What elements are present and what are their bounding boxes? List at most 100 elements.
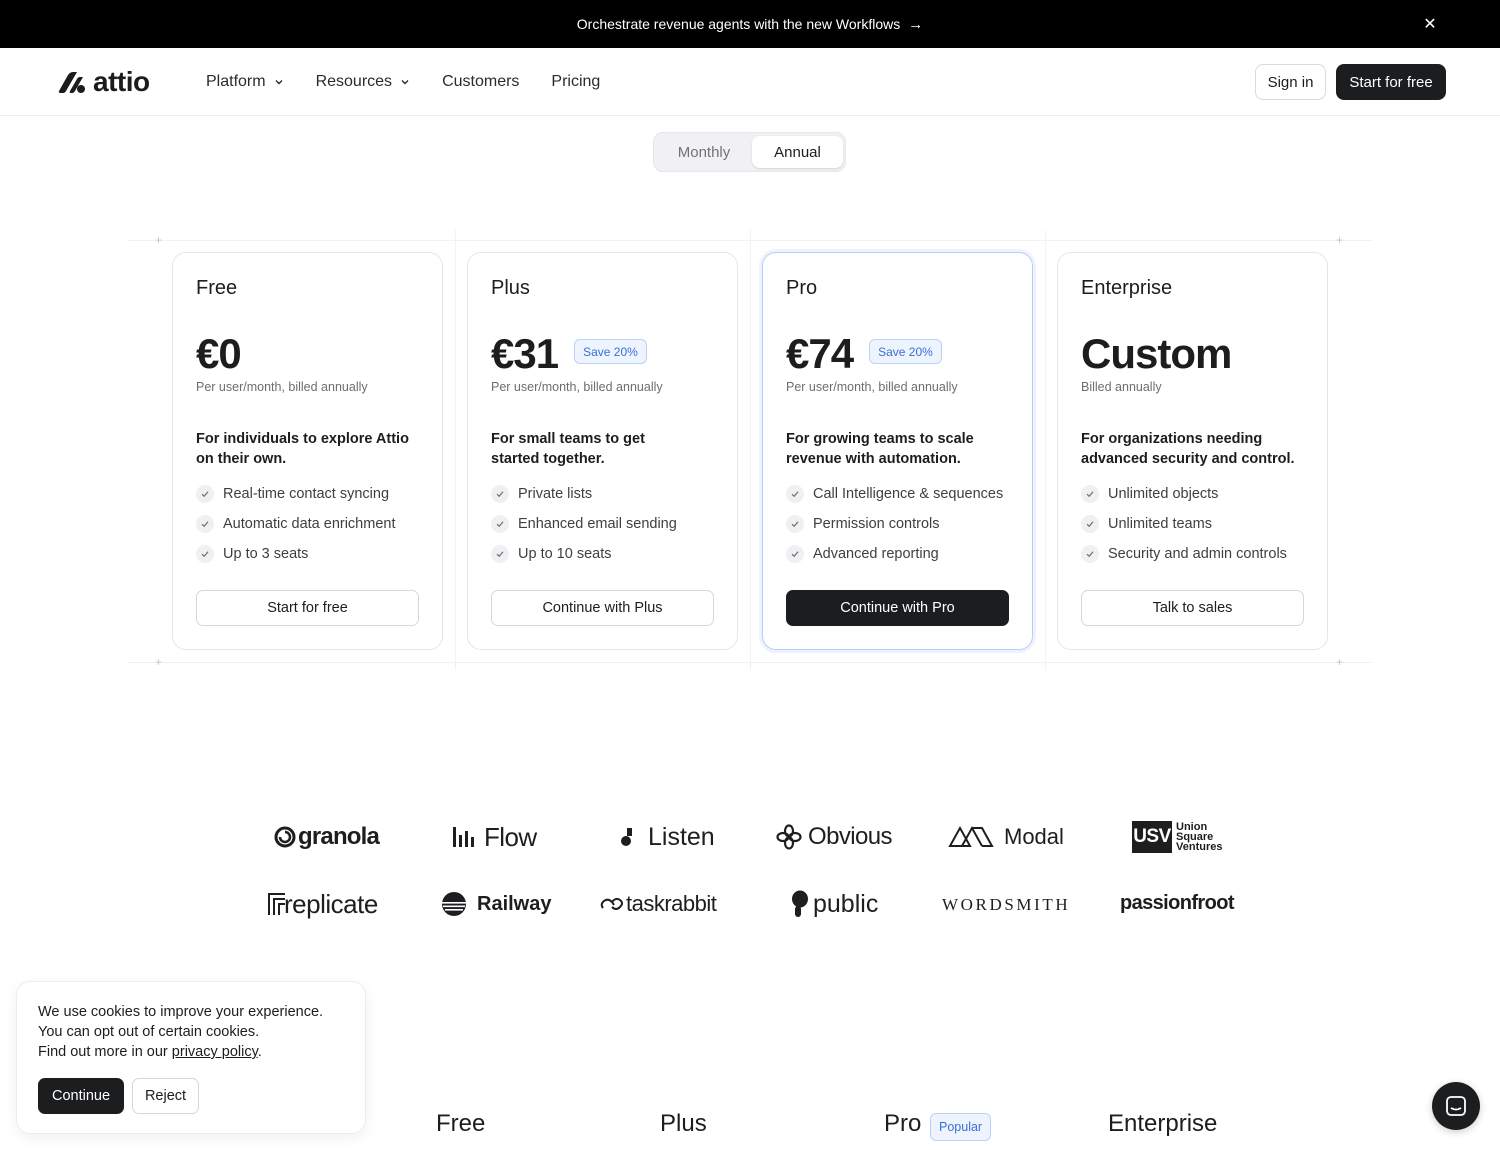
logo-obvious: Obvious <box>776 822 892 852</box>
plan-billing-note: Per user/month, billed annually <box>196 380 368 394</box>
plan-description: For individuals to explore Attio on thei… <box>196 431 409 467</box>
logo-railway: Railway <box>441 890 551 918</box>
cookie-message: We use cookies to improve your experienc… <box>38 1002 348 1062</box>
plan-card-enterprise: Enterprise Custom Billed annually For or… <box>1057 252 1328 650</box>
plan-name: Pro <box>786 277 818 299</box>
brand-logo[interactable]: attio <box>57 68 150 96</box>
check-icon <box>196 485 214 503</box>
feature-item: Up to 3 seats <box>196 539 395 569</box>
plan-billing-note: Per user/month, billed annually <box>491 380 663 394</box>
chat-launcher-button[interactable] <box>1432 1082 1480 1130</box>
continue-with-pro-button[interactable]: Continue with Pro <box>786 590 1009 626</box>
logo-text: WORDSMITH <box>942 895 1071 914</box>
feature-label: Advanced reporting <box>813 546 939 562</box>
plan-card-free: Free €0 Per user/month, billed annually … <box>172 252 443 650</box>
grid-divider <box>750 230 751 670</box>
nav-item-customers[interactable]: Customers <box>442 73 519 91</box>
logo-granola: granola <box>274 822 380 852</box>
feature-item: Unlimited teams <box>1081 509 1287 539</box>
usv-caption-line: Ventures <box>1176 841 1223 853</box>
privacy-policy-link[interactable]: privacy policy <box>172 1044 258 1060</box>
feature-item: Unlimited objects <box>1081 479 1287 509</box>
brand-name: attio <box>93 66 150 97</box>
check-icon <box>786 485 804 503</box>
logo-text: Railway <box>477 892 552 915</box>
toggle-monthly[interactable]: Monthly <box>657 136 751 168</box>
nav-item-resources[interactable]: Resources <box>316 73 410 91</box>
nav-item-label: Pricing <box>551 73 601 90</box>
feature-item: Call Intelligence & sequences <box>786 479 1003 509</box>
feature-label: Real-time contact syncing <box>223 486 390 502</box>
feature-item: Private lists <box>491 479 677 509</box>
chevron-down-icon <box>401 80 409 85</box>
announcement-bar[interactable]: Orchestrate revenue agents with the new … <box>0 0 1500 48</box>
logo-text: Listen <box>648 822 715 851</box>
listen-mark-icon <box>621 828 632 846</box>
logo-usv: USV Union Square Ventures <box>1132 820 1222 854</box>
attio-logo-icon <box>58 72 85 93</box>
logo-text: taskrabbit <box>626 891 717 916</box>
comparison-header-free: Free <box>436 1110 486 1137</box>
feature-item: Real-time contact syncing <box>196 479 395 509</box>
check-icon <box>1081 545 1099 563</box>
plan-features: Call Intelligence & sequences Permission… <box>786 479 1003 569</box>
nav-item-label: Resources <box>315 73 393 90</box>
plan-billing-note: Billed annually <box>1081 380 1162 394</box>
check-icon <box>786 515 804 533</box>
obvious-flower-icon <box>776 824 802 850</box>
plus-decoration-icon: + <box>155 233 163 247</box>
feature-item: Advanced reporting <box>786 539 1003 569</box>
billing-period-toggle: Monthly Annual <box>653 132 846 172</box>
cookie-message-text: Find out more in our <box>38 1044 172 1060</box>
chat-icon <box>1446 1096 1466 1116</box>
railway-train-icon <box>442 892 466 916</box>
continue-with-plus-button[interactable]: Continue with Plus <box>491 590 714 626</box>
close-icon[interactable]: ✕ <box>1420 14 1440 34</box>
save-badge: Save 20% <box>869 339 942 364</box>
cookie-reject-button[interactable]: Reject <box>132 1078 199 1114</box>
check-icon <box>491 485 509 503</box>
grid-divider <box>455 230 456 670</box>
plan-price: €0 <box>196 330 242 377</box>
comparison-header-enterprise: Enterprise <box>1108 1110 1218 1137</box>
talk-to-sales-button[interactable]: Talk to sales <box>1081 590 1304 626</box>
plan-features: Real-time contact syncing Automatic data… <box>196 479 395 569</box>
modal-mark-icon <box>948 825 994 847</box>
logo-text: USV <box>1132 821 1172 853</box>
plan-name: Plus <box>491 277 530 299</box>
plan-card-plus: Plus €31 Save 20% Per user/month, billed… <box>467 252 738 650</box>
feature-label: Security and admin controls <box>1108 546 1287 562</box>
plan-description: For small teams to get started together. <box>491 431 645 467</box>
cookie-message-line: We use cookies to improve your experienc… <box>38 1004 324 1020</box>
plan-price: €31 <box>491 330 559 377</box>
feature-label: Call Intelligence & sequences <box>813 486 1004 502</box>
check-icon <box>1081 515 1099 533</box>
logo-modal: Modal <box>948 822 1064 852</box>
start-for-free-button[interactable]: Start for free <box>1336 64 1446 100</box>
feature-label: Unlimited teams <box>1108 516 1212 532</box>
feature-item: Security and admin controls <box>1081 539 1287 569</box>
chevron-down-icon <box>275 80 283 85</box>
sign-in-button[interactable]: Sign in <box>1255 64 1326 100</box>
taskrabbit-mark-icon <box>600 897 623 910</box>
plus-decoration-icon: + <box>155 655 163 669</box>
toggle-annual[interactable]: Annual <box>752 136 843 168</box>
announcement-text[interactable]: Orchestrate revenue agents with the new … <box>577 16 900 32</box>
plan-card-pro: Pro €74 Save 20% Per user/month, billed … <box>762 252 1033 650</box>
plus-decoration-icon: + <box>1336 233 1344 247</box>
check-icon <box>491 545 509 563</box>
start-for-free-plan-button[interactable]: Start for free <box>196 590 419 626</box>
cookie-message-line: You can opt out of certain cookies. <box>38 1024 260 1040</box>
nav-item-pricing[interactable]: Pricing <box>551 73 600 91</box>
popular-badge: Popular <box>930 1113 992 1141</box>
logo-text: Obvious <box>808 823 892 850</box>
feature-label: Automatic data enrichment <box>223 516 396 532</box>
nav-item-label: Customers <box>442 73 520 90</box>
plan-name: Enterprise <box>1081 277 1173 299</box>
logo-text: passionfroot <box>1120 891 1235 914</box>
nav-item-platform[interactable]: Platform <box>206 73 284 91</box>
cookie-continue-button[interactable]: Continue <box>38 1078 124 1114</box>
plan-features: Unlimited objects Unlimited teams Securi… <box>1081 479 1287 569</box>
feature-label: Up to 3 seats <box>223 546 309 562</box>
logo-text: granola <box>298 823 380 850</box>
